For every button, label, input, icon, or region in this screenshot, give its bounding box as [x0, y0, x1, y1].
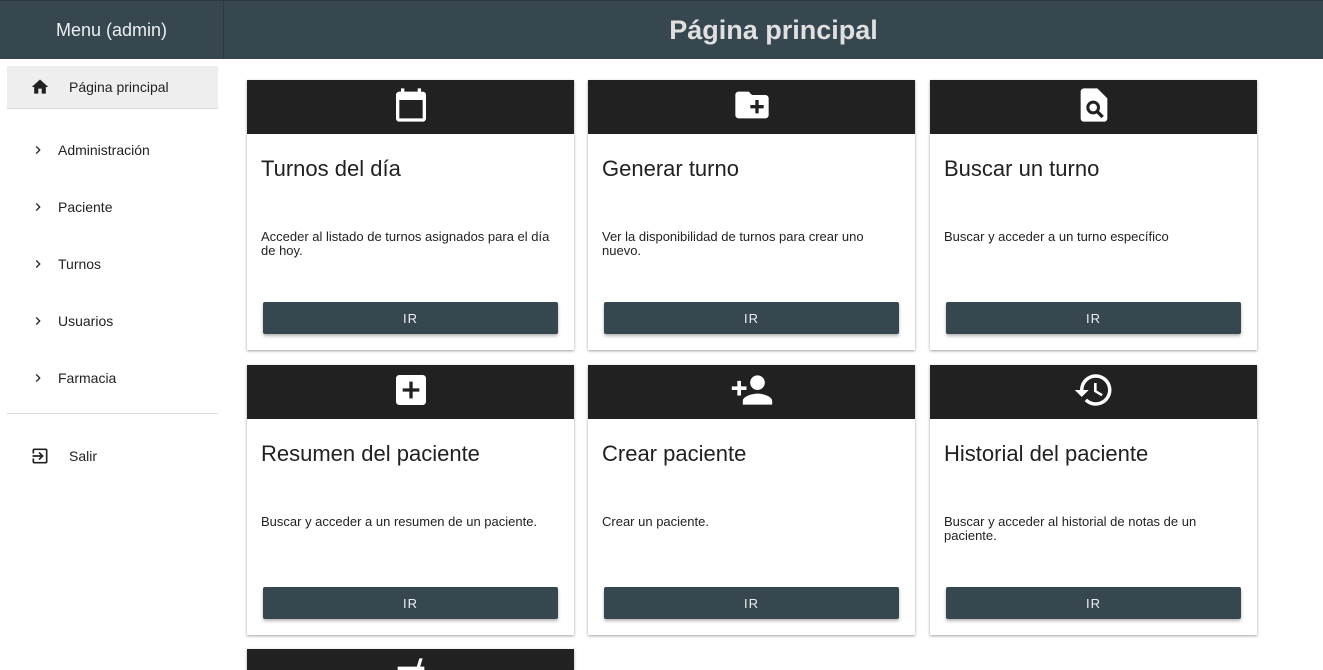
card-crear-paciente: Crear paciente Crear un paciente. IR — [588, 365, 915, 635]
sidebar-item-label: Administración — [58, 141, 150, 158]
sidebar: Página principal Administración Paciente… — [7, 66, 218, 497]
sidebar-item-label: Farmacia — [58, 369, 117, 386]
mortar-pestle-icon — [391, 655, 431, 670]
sidebar-item-turnos[interactable]: Turnos — [7, 235, 218, 292]
card-title: Turnos del día — [261, 156, 401, 181]
sidebar-item-paciente[interactable]: Paciente — [7, 178, 218, 235]
card-farmacia — [247, 649, 574, 670]
medical-cross-icon — [391, 370, 431, 415]
chevron-right-icon — [27, 196, 49, 218]
card-header — [247, 365, 574, 419]
home-icon — [29, 76, 51, 98]
card-description: Buscar y acceder al historial de notas d… — [944, 514, 1197, 543]
card-header — [588, 80, 915, 134]
sidebar-item-usuarios[interactable]: Usuarios — [7, 292, 218, 349]
card-turnos-del-dia: Turnos del día Acceder al listado de tur… — [247, 80, 574, 350]
sidebar-item-label: Usuarios — [58, 312, 114, 329]
sidebar-item-home[interactable]: Página principal — [7, 66, 218, 109]
sidebar-item-administracion[interactable]: Administración — [7, 121, 218, 178]
card-buscar-un-turno: Buscar un turno Buscar y acceder a un tu… — [930, 80, 1257, 350]
card-header — [930, 80, 1257, 134]
calendar-icon — [391, 85, 431, 130]
chevron-right-icon — [27, 310, 49, 332]
card-go-button[interactable]: IR — [263, 587, 558, 619]
folder-add-icon — [732, 85, 772, 130]
card-description: Ver la disponibilidad de turnos para cre… — [602, 229, 864, 258]
top-bar: Menu (admin) Página principal — [0, 0, 1323, 59]
chevron-right-icon — [27, 139, 49, 161]
card-go-button[interactable]: IR — [604, 302, 899, 334]
history-icon — [1073, 369, 1115, 416]
card-header — [247, 80, 574, 134]
sidebar-item-label: Página principal — [69, 79, 169, 95]
sidebar-item-label: Paciente — [58, 198, 113, 215]
card-header — [930, 365, 1257, 419]
card-title: Generar turno — [602, 156, 739, 181]
card-go-button[interactable]: IR — [263, 302, 558, 334]
card-go-button[interactable]: IR — [946, 587, 1241, 619]
card-historial-del-paciente: Historial del paciente Buscar y acceder … — [930, 365, 1257, 635]
card-title: Resumen del paciente — [261, 441, 480, 466]
card-description: Crear un paciente. — [602, 514, 709, 529]
card-description: Acceder al listado de turnos asignados p… — [261, 229, 550, 258]
sidebar-item-label: Turnos — [58, 255, 102, 272]
card-generar-turno: Generar turno Ver la disponibilidad de t… — [588, 80, 915, 350]
card-go-button[interactable]: IR — [604, 587, 899, 619]
page-title: Página principal — [669, 14, 878, 45]
sidebar-item-logout[interactable]: Salir — [7, 414, 218, 497]
card-header — [588, 365, 915, 419]
logout-icon — [29, 445, 51, 467]
sidebar-item-farmacia[interactable]: Farmacia — [7, 349, 218, 406]
card-title: Crear paciente — [602, 441, 747, 466]
document-search-icon — [1074, 85, 1114, 130]
card-description: Buscar y acceder a un turno específico — [944, 229, 1169, 244]
chevron-right-icon — [27, 367, 49, 389]
menu-title: Menu (admin) — [0, 1, 224, 59]
chevron-right-icon — [27, 253, 49, 275]
card-title: Historial del paciente — [944, 441, 1149, 466]
card-title: Buscar un turno — [944, 156, 1100, 181]
card-go-button[interactable]: IR — [946, 302, 1241, 334]
card-description: Buscar y acceder a un resumen de un paci… — [261, 514, 538, 529]
card-header — [247, 649, 574, 670]
card-resumen-del-paciente: Resumen del paciente Buscar y acceder a … — [247, 365, 574, 635]
person-add-icon — [730, 368, 774, 417]
sidebar-item-label: Salir — [69, 447, 98, 464]
